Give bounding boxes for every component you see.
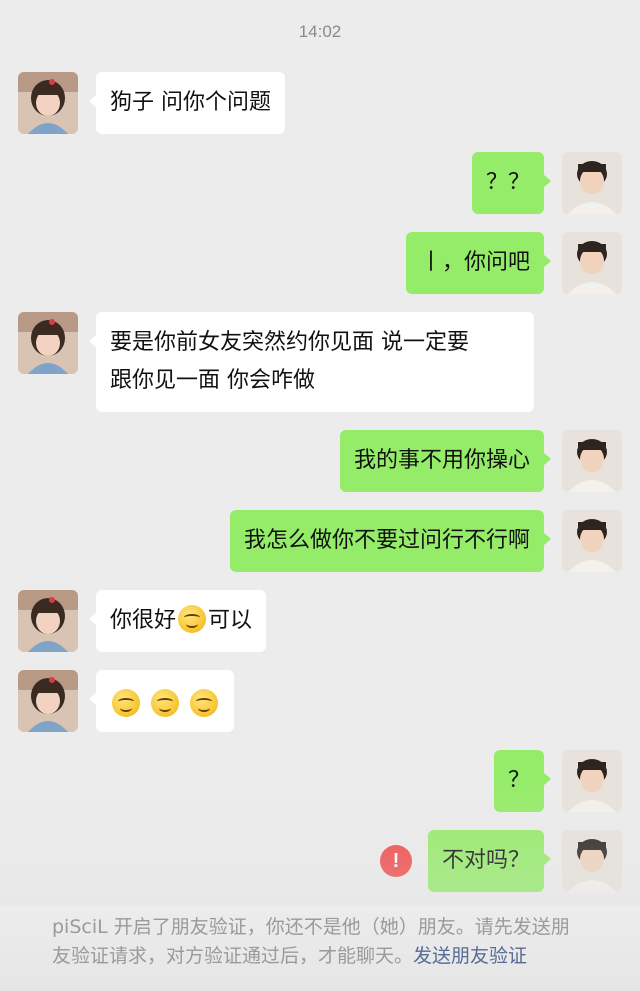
message-text-line: 要是你前女友突然约你见面 说一定要 [110, 330, 469, 355]
outgoing-message[interactable]: ？ [493, 750, 552, 812]
incoming-message[interactable]: 你很好 可以 [88, 590, 267, 652]
message-text-line: 跟你见一面 你会咋做 [110, 368, 315, 393]
outgoing-message[interactable]: ？？ [471, 152, 552, 214]
contact-avatar[interactable] [18, 312, 78, 374]
send-failed-icon[interactable]: ! [380, 845, 412, 877]
smile-emoji-icon [190, 689, 218, 717]
incoming-message[interactable]: 狗子 问你个问题 [89, 72, 285, 134]
smile-emoji-icon [151, 689, 179, 717]
incoming-message[interactable] [89, 670, 234, 732]
my-avatar[interactable] [562, 232, 622, 294]
my-avatar[interactable] [562, 510, 622, 572]
message-text: 我的事不用你操心 [353, 448, 530, 473]
smile-emoji-icon [178, 605, 207, 633]
message-text: 可以 [208, 608, 253, 633]
message-text: ？？ [485, 170, 530, 195]
message-text: 狗子 问你个问题 [110, 90, 271, 115]
send-verification-link[interactable]: 发送朋友验证 [413, 945, 527, 967]
contact-avatar[interactable] [18, 670, 78, 732]
incoming-message[interactable]: 要是你前女友突然约你见面 说一定要 跟你见一面 你会咋做 [89, 312, 534, 412]
outgoing-message[interactable]: 我怎么做你不要过问行不行啊 [229, 510, 552, 572]
contact-avatar[interactable] [18, 590, 78, 652]
my-avatar[interactable] [562, 152, 622, 214]
outgoing-message[interactable]: 不对吗？ [427, 830, 552, 892]
my-avatar[interactable] [562, 430, 622, 492]
message-text: 我怎么做你不要过问行不行啊 [243, 528, 530, 553]
smile-emoji-icon [112, 689, 140, 717]
outgoing-message[interactable]: 丨，你问吧 [405, 232, 552, 294]
outgoing-message[interactable]: 我的事不用你操心 [339, 430, 552, 492]
message-text: 不对吗？ [441, 848, 530, 873]
message-text: 你很好 [110, 608, 177, 633]
message-text: ？ [507, 768, 530, 793]
chat-timestamp: 14:02 [298, 22, 342, 41]
contact-avatar[interactable] [18, 72, 78, 134]
message-text: 丨，你问吧 [419, 250, 530, 275]
my-avatar[interactable] [562, 830, 622, 892]
my-avatar[interactable] [562, 750, 622, 812]
friend-verification-notice: piSciL 开启了朋友验证，你还不是他（她）朋友。请先发送朋友验证请求，对方验… [0, 905, 640, 991]
